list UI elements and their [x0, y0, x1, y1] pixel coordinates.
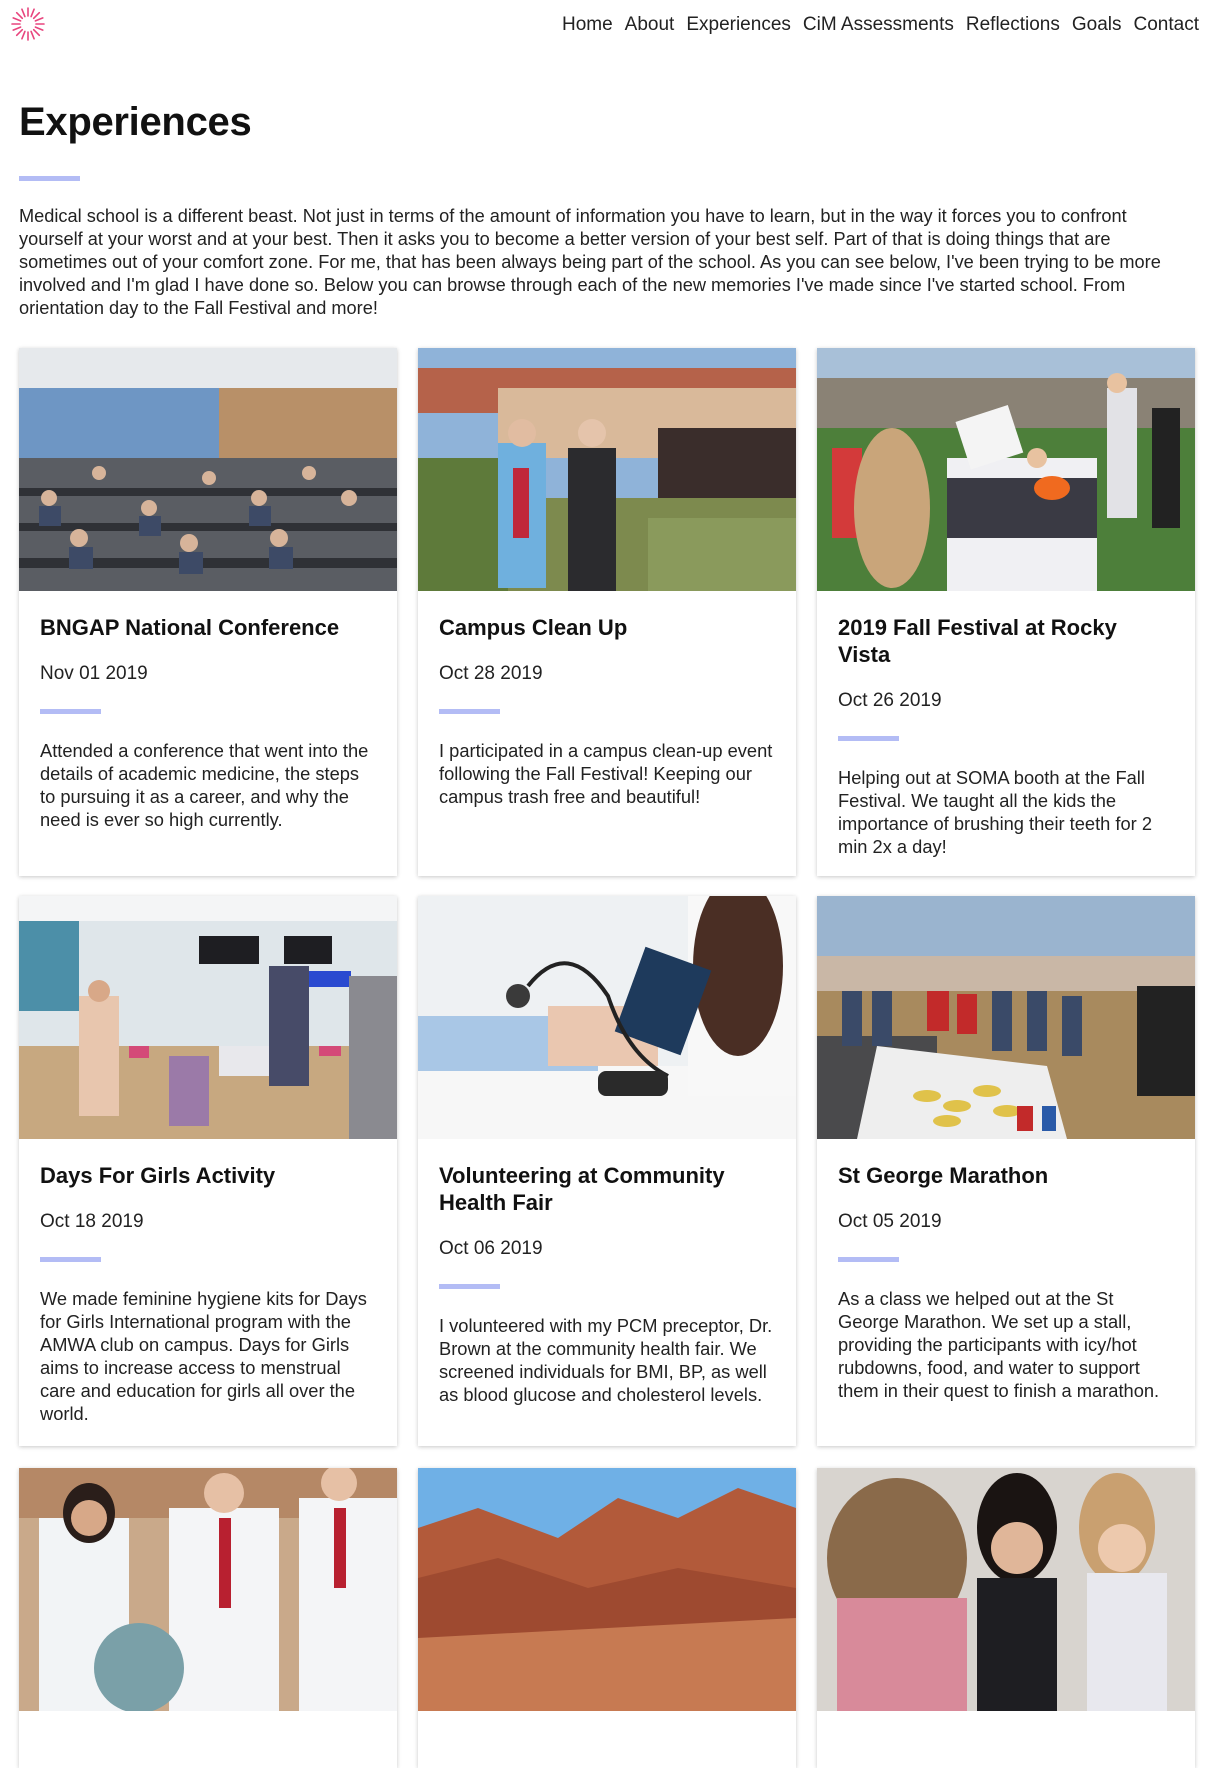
card-photo-fall-festival — [817, 348, 1195, 591]
card-photo-white-coat — [19, 1468, 397, 1711]
card-divider — [439, 709, 500, 714]
card-title: 2019 Fall Festival at Rocky Vista — [838, 615, 1117, 667]
card-date: Oct 06 2019 — [439, 1238, 543, 1259]
card-date: Oct 05 2019 — [838, 1211, 942, 1232]
card-description: Helping out at SOMA booth at the Fall Fe… — [838, 767, 1153, 857]
card-description: We made feminine hygiene kits for Days f… — [40, 1288, 367, 1424]
nav-goals[interactable]: Goals — [1066, 12, 1128, 38]
card-divider — [838, 1257, 899, 1262]
card-photo-blood-pressure — [418, 896, 796, 1139]
card-photo-campus-cleanup — [418, 348, 796, 591]
intro-paragraph: Medical school is a different beast. Not… — [19, 206, 1161, 318]
card-divider — [439, 1284, 500, 1289]
card-description: I volunteered with my PCM preceptor, Dr.… — [439, 1315, 773, 1405]
card-title: Campus Clean Up — [439, 615, 628, 640]
card-divider — [40, 709, 101, 714]
card-description: Attended a conference that went into the… — [40, 740, 369, 830]
card-description: As a class we helped out at the St Georg… — [838, 1288, 1160, 1401]
experience-card[interactable] — [418, 1468, 796, 1768]
experience-card[interactable]: Days For Girls Activity Oct 18 2019 We m… — [19, 896, 397, 1446]
experience-card[interactable]: 2019 Fall Festival at Rocky Vista Oct 26… — [817, 348, 1195, 876]
experience-card[interactable] — [19, 1468, 397, 1768]
card-title: Volunteering at Community Health Fair — [439, 1163, 725, 1215]
card-photo-students-group — [817, 1468, 1195, 1711]
card-photo-red-rocks — [418, 1468, 796, 1711]
experience-card[interactable]: BNGAP National Conference Nov 01 2019 At… — [19, 348, 397, 876]
experience-card[interactable]: St George Marathon Oct 05 2019 As a clas… — [817, 896, 1195, 1446]
page-title: Experiences — [19, 100, 252, 144]
experience-card[interactable]: Campus Clean Up Oct 28 2019 I participat… — [418, 348, 796, 876]
experience-card[interactable]: Volunteering at Community Health Fair Oc… — [418, 896, 796, 1446]
card-date: Oct 26 2019 — [838, 690, 942, 711]
nav-cim-assessments[interactable]: CiM Assessments — [797, 12, 960, 38]
card-divider — [838, 736, 899, 741]
nav-contact[interactable]: Contact — [1128, 12, 1205, 38]
nav-home[interactable]: Home — [556, 12, 619, 38]
card-description: I participated in a campus clean-up even… — [439, 740, 773, 807]
experience-card[interactable] — [817, 1468, 1195, 1768]
card-photo-marathon — [817, 896, 1195, 1139]
card-divider — [40, 1257, 101, 1262]
card-photo-lecture-hall — [19, 348, 397, 591]
nav-reflections[interactable]: Reflections — [960, 12, 1066, 38]
sun-burst-logo-icon[interactable] — [8, 4, 48, 44]
top-navigation-bar: Home About Experiences CiM Assessments R… — [0, 0, 1209, 50]
nav-about[interactable]: About — [619, 12, 681, 38]
card-date: Oct 28 2019 — [439, 663, 543, 684]
card-date: Nov 01 2019 — [40, 663, 148, 684]
main-nav: Home About Experiences CiM Assessments R… — [556, 12, 1205, 38]
nav-experiences[interactable]: Experiences — [680, 12, 797, 38]
card-date: Oct 18 2019 — [40, 1211, 144, 1232]
card-title: St George Marathon — [838, 1163, 1049, 1188]
card-title: BNGAP National Conference — [40, 615, 340, 640]
title-divider — [19, 176, 80, 181]
card-photo-days-for-girls — [19, 896, 397, 1139]
card-title: Days For Girls Activity — [40, 1163, 276, 1188]
